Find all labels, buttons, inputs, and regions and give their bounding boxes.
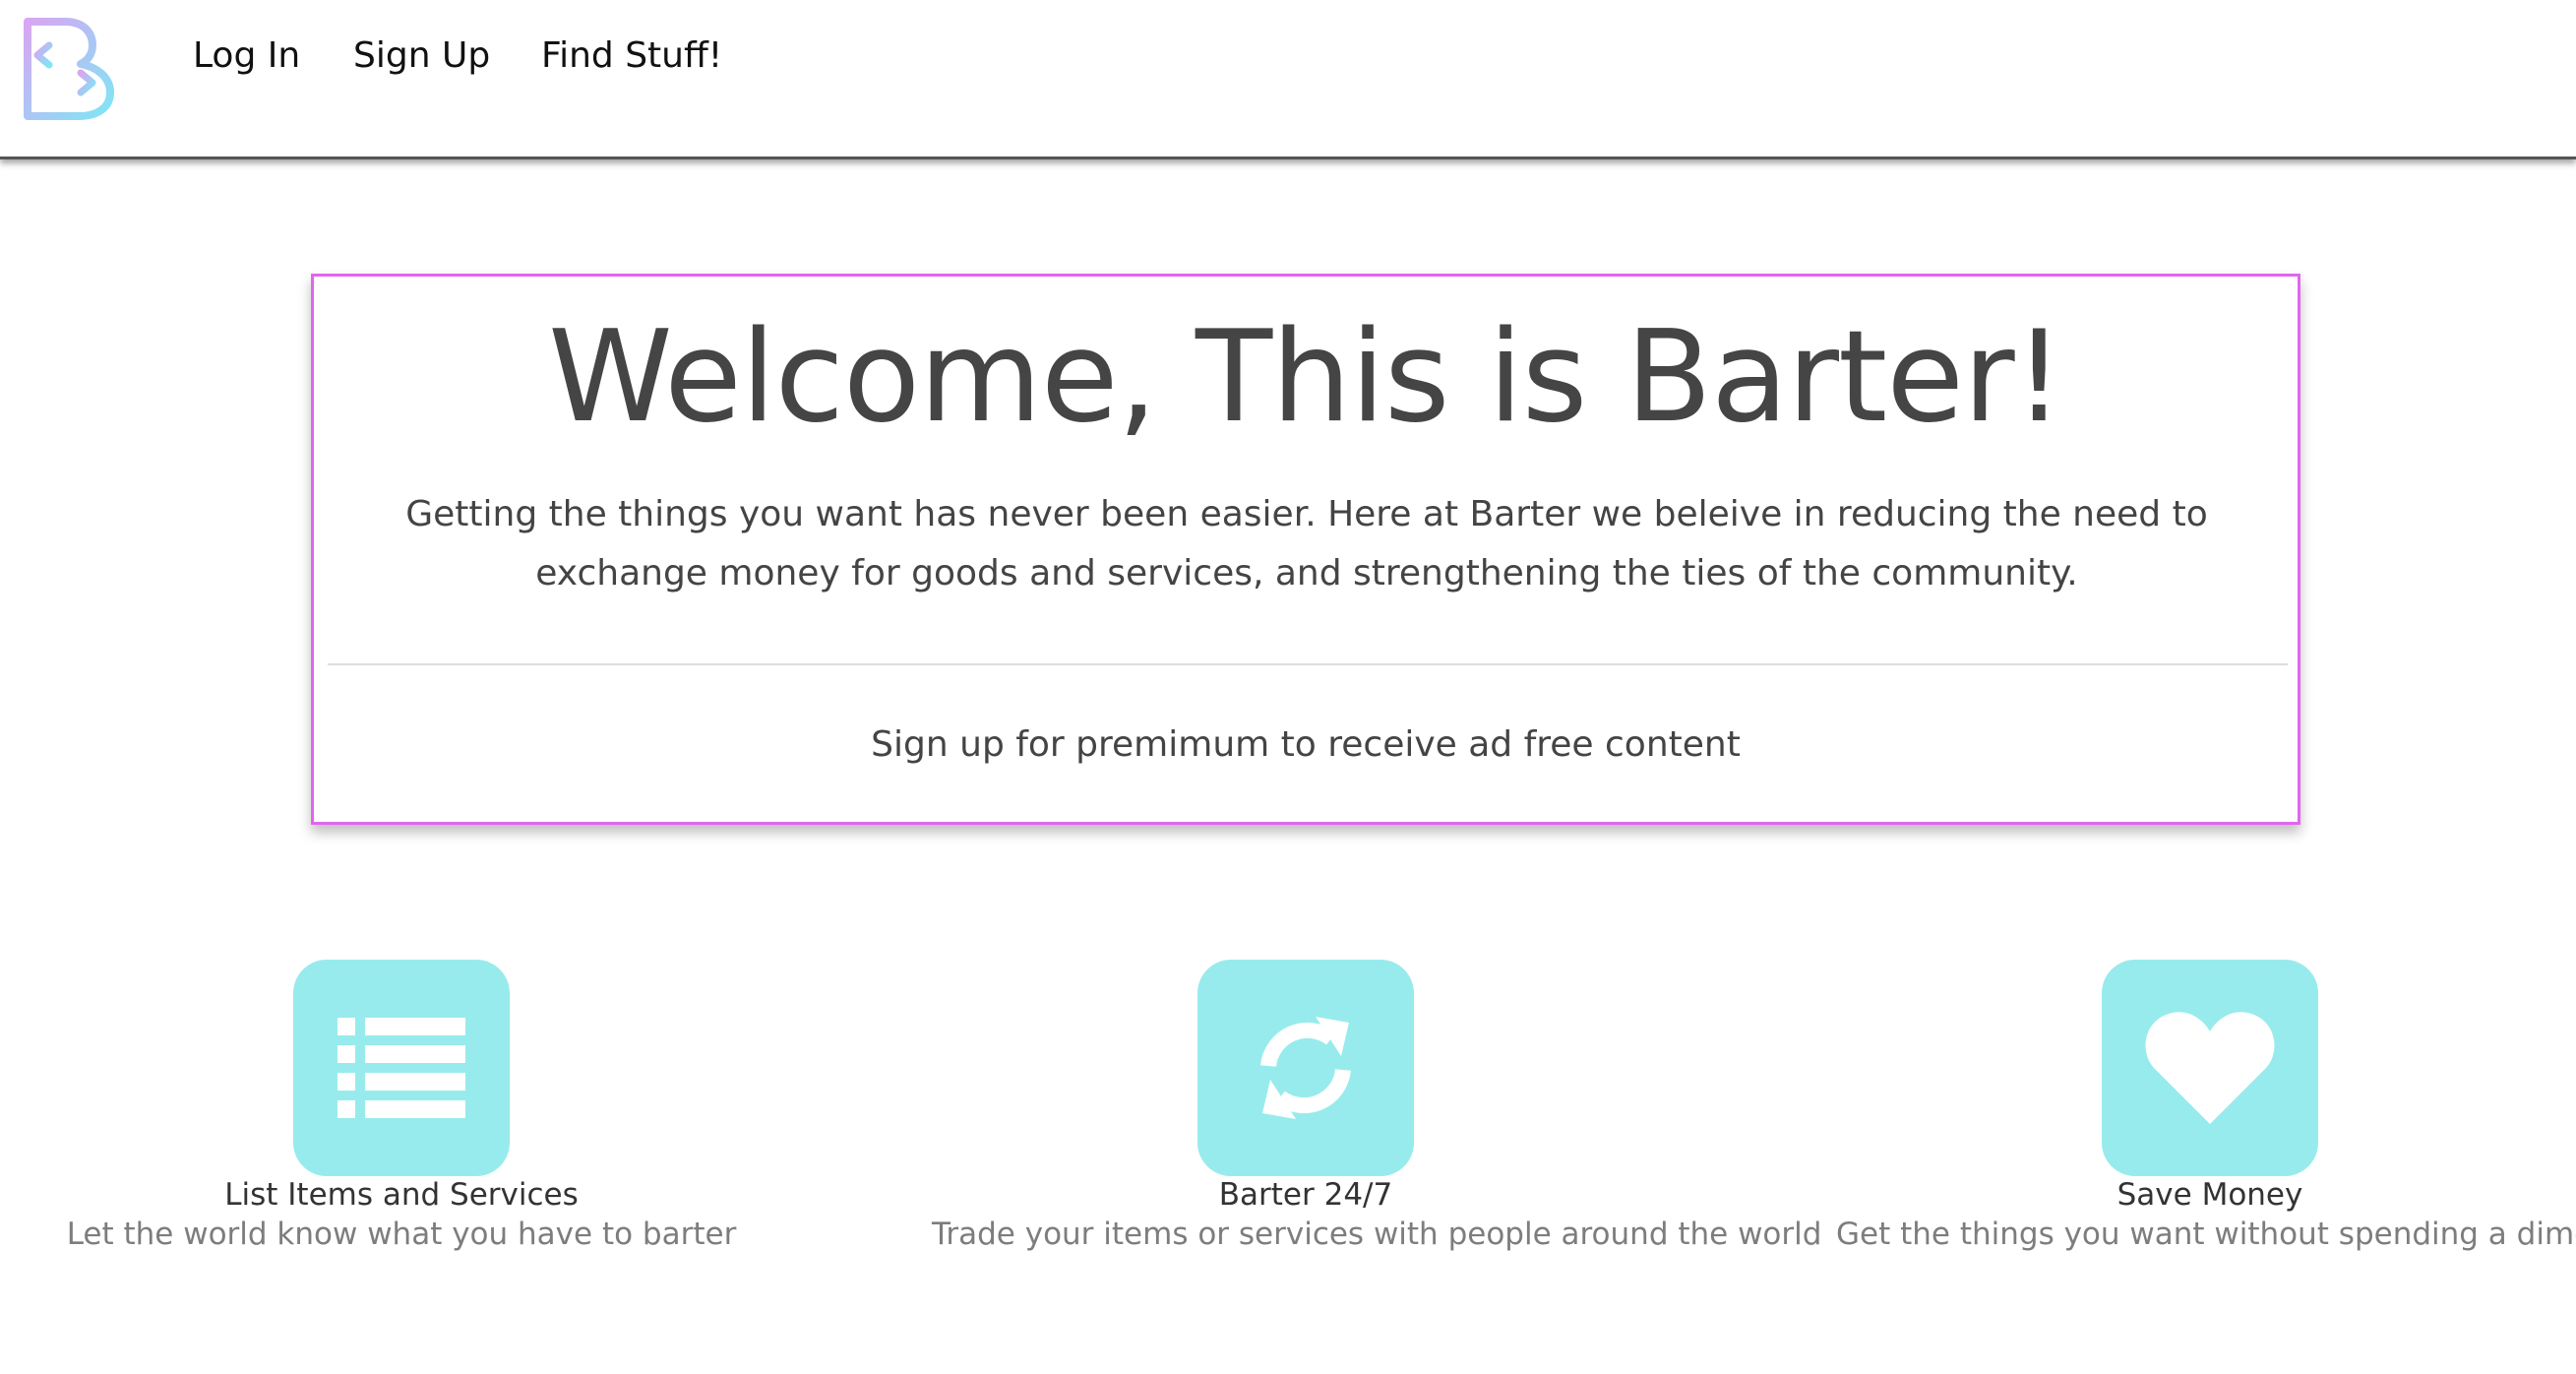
feature-title: Barter 24/7 — [1218, 1177, 1393, 1213]
nav-find-stuff-link[interactable]: Find Stuff! — [541, 31, 722, 81]
barter-logo-icon[interactable] — [22, 16, 116, 120]
hero-title: Welcome, This is Barter! — [548, 304, 2064, 451]
list-icon — [293, 960, 510, 1176]
heart-icon — [2102, 960, 2318, 1176]
refresh-icon — [1197, 960, 1414, 1176]
feature-list-items: List Items and Services Let the world kn… — [28, 960, 775, 1275]
hero-card: Welcome, This is Barter! Getting the thi… — [311, 274, 2300, 825]
feature-title: List Items and Services — [224, 1177, 579, 1213]
hero-description: Getting the things you want has never be… — [405, 494, 2208, 593]
feature-barter-24-7: Barter 24/7 Trade your items or services… — [932, 960, 1822, 1275]
top-navbar: Log In Sign Up Find Stuff! — [0, 0, 2576, 159]
feature-description: Let the world know what you have to bart… — [66, 1217, 737, 1252]
feature-save-money: Save Money Get the things you want witho… — [1836, 960, 2576, 1275]
nav-login-link[interactable]: Log In — [193, 31, 300, 81]
nav-signup-link[interactable]: Sign Up — [353, 31, 490, 81]
feature-description: Get the things you want without spending… — [1836, 1217, 2576, 1252]
hero-divider — [328, 663, 2288, 665]
premium-promo-text: Sign up for premimum to receive ad free … — [871, 724, 1741, 765]
feature-title: Save Money — [2116, 1177, 2303, 1213]
feature-description: Trade your items or services with people… — [932, 1217, 1822, 1252]
